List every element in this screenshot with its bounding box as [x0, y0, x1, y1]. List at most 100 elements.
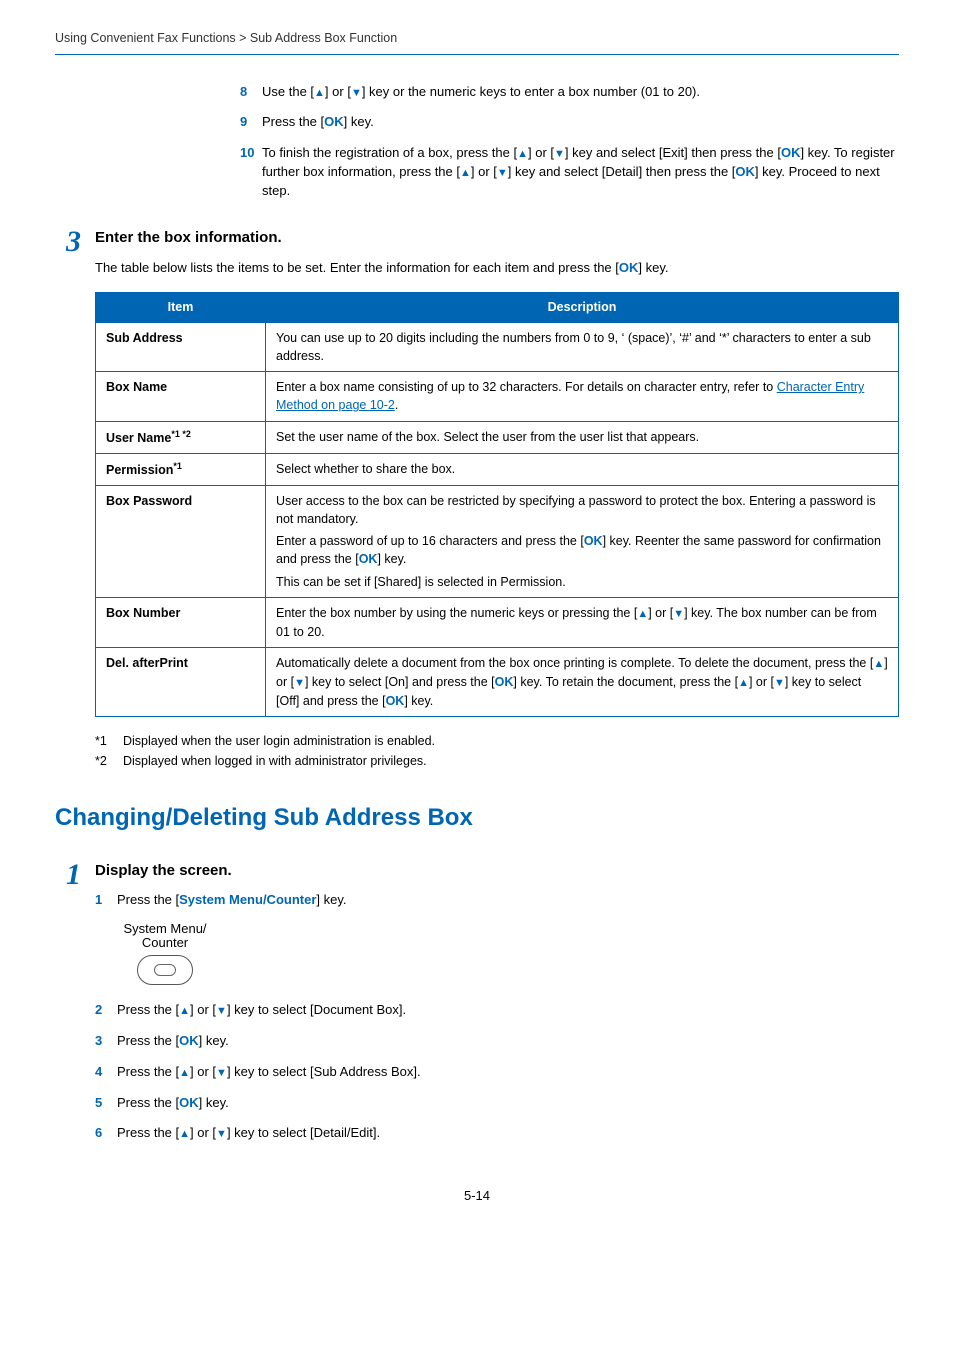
- t: ] key to select [Document Box].: [227, 1002, 406, 1017]
- step-ordinal: 8: [240, 83, 262, 102]
- breadcrumb: Using Convenient Fax Functions > Sub Add…: [55, 30, 899, 54]
- step-ordinal: 10: [240, 144, 262, 201]
- cell-desc: Enter the box number by using the numeri…: [266, 597, 899, 647]
- section-title: Enter the box information.: [95, 227, 899, 248]
- t: .: [395, 398, 398, 412]
- t: Automatically delete a document from the…: [276, 656, 873, 670]
- cell-item: Box Password: [96, 486, 266, 598]
- ok-key: OK: [619, 260, 639, 275]
- section-number-3: 3: [55, 227, 95, 257]
- info-table: Item Description Sub Address You can use…: [95, 292, 899, 717]
- step-ordinal: 4: [95, 1063, 117, 1082]
- step-9: 9 Press the [OK] key.: [240, 113, 899, 132]
- footnote-ref: *1 *2: [171, 429, 191, 439]
- cell-desc: Enter a box name consisting of up to 32 …: [266, 372, 899, 421]
- t: ] key.: [404, 694, 433, 708]
- header-rule: [55, 54, 899, 55]
- section-paragraph: The table below lists the items to be se…: [95, 258, 899, 278]
- table-row: User Name*1 *2 Set the user name of the …: [96, 421, 899, 453]
- ok-key: OK: [386, 694, 405, 708]
- t: Enter a password of up to 16 characters …: [276, 532, 888, 568]
- table-row: Box Name Enter a box name consisting of …: [96, 372, 899, 421]
- footnote-label: *1: [95, 731, 123, 751]
- step-5: 5 Press the [OK] key.: [95, 1094, 899, 1113]
- step-8: 8 Use the [▲] or [▼] key or the numeric …: [240, 83, 899, 102]
- step-ordinal: 3: [95, 1032, 117, 1051]
- step-10: 10 To finish the registration of a box, …: [240, 144, 899, 201]
- step-1: 1 Press the [System Menu/Counter] key.: [95, 891, 899, 910]
- step-ordinal: 5: [95, 1094, 117, 1113]
- t: ] or [: [471, 164, 497, 179]
- down-icon: ▼: [774, 677, 785, 689]
- t: User Name: [106, 431, 171, 445]
- t: Press the [: [117, 1125, 179, 1140]
- t: Press the [: [117, 1002, 179, 1017]
- t: Enter the box number by using the numeri…: [276, 606, 637, 620]
- down-icon: ▼: [554, 148, 565, 160]
- ok-key: OK: [584, 534, 603, 548]
- ok-key: OK: [495, 675, 514, 689]
- footnote-label: *2: [95, 751, 123, 771]
- ok-key: OK: [324, 114, 344, 129]
- t: ] key.: [199, 1095, 229, 1110]
- cell-desc: You can use up to 20 digits including th…: [266, 323, 899, 372]
- section-number-1: 1: [55, 860, 95, 890]
- up-icon: ▲: [179, 1005, 190, 1017]
- heading-changing-deleting: Changing/Deleting Sub Address Box: [55, 801, 899, 835]
- footnote-text: Displayed when the user login administra…: [123, 731, 435, 751]
- t: To finish the registration of a box, pre…: [262, 145, 517, 160]
- ok-key: OK: [179, 1033, 199, 1048]
- t: ] or [: [648, 606, 673, 620]
- step-3: 3 Press the [OK] key.: [95, 1032, 899, 1051]
- cell-item: User Name*1 *2: [96, 421, 266, 453]
- table-row: Box Password User access to the box can …: [96, 486, 899, 598]
- up-icon: ▲: [738, 677, 749, 689]
- th-description: Description: [266, 292, 899, 323]
- t: ] key and select [Detail] then press the…: [508, 164, 736, 179]
- table-row: Permission*1 Select whether to share the…: [96, 453, 899, 485]
- up-icon: ▲: [517, 148, 528, 160]
- t: ] or [: [190, 1002, 216, 1017]
- t: Press the [: [117, 892, 179, 907]
- down-icon: ▼: [216, 1005, 227, 1017]
- up-icon: ▲: [314, 87, 325, 99]
- footnote-text: Displayed when logged in with administra…: [123, 751, 427, 771]
- cell-desc: User access to the box can be restricted…: [266, 486, 899, 598]
- ok-key: OK: [179, 1095, 199, 1110]
- t: ] key to select [Detail/Edit].: [227, 1125, 380, 1140]
- t: Enter a password of up to 16 characters …: [276, 534, 584, 548]
- down-icon: ▼: [351, 87, 362, 99]
- down-icon: ▼: [497, 167, 508, 179]
- t: ] key.: [316, 892, 346, 907]
- step-text: Press the [▲] or [▼] key to select [Sub …: [117, 1063, 899, 1082]
- t: ] or [: [749, 675, 774, 689]
- t: System Menu/: [123, 921, 206, 936]
- t: Press the [: [117, 1064, 179, 1079]
- cell-item: Box Name: [96, 372, 266, 421]
- t: Enter a box name consisting of up to 32 …: [276, 380, 777, 394]
- step-text: Press the [▲] or [▼] key to select [Docu…: [117, 1001, 899, 1020]
- t: ] or [: [190, 1125, 216, 1140]
- footnotes: *1Displayed when the user login administ…: [95, 731, 899, 771]
- ok-key: OK: [359, 552, 378, 566]
- down-icon: ▼: [216, 1067, 227, 1079]
- footnote-ref: *1: [173, 461, 182, 471]
- t: ] key.: [199, 1033, 229, 1048]
- down-icon: ▼: [216, 1128, 227, 1140]
- step-text: Use the [▲] or [▼] key or the numeric ke…: [262, 83, 899, 102]
- t: ] or [: [528, 145, 554, 160]
- ok-key: OK: [735, 164, 755, 179]
- cell-desc: Set the user name of the box. Select the…: [266, 421, 899, 453]
- t: ] key to select [Sub Address Box].: [227, 1064, 421, 1079]
- down-icon: ▼: [673, 608, 684, 620]
- t: Press the [: [117, 1033, 179, 1048]
- keycap-label: System Menu/Counter: [117, 922, 213, 951]
- ok-key: OK: [781, 145, 801, 160]
- up-icon: ▲: [637, 608, 648, 620]
- t: Press the [: [117, 1095, 179, 1110]
- page-number: 5-14: [55, 1187, 899, 1205]
- t: User access to the box can be restricted…: [276, 492, 888, 528]
- step-text: Press the [OK] key.: [117, 1094, 899, 1113]
- keycap-illustration: System Menu/Counter: [117, 922, 899, 985]
- t: Press the [: [262, 114, 324, 129]
